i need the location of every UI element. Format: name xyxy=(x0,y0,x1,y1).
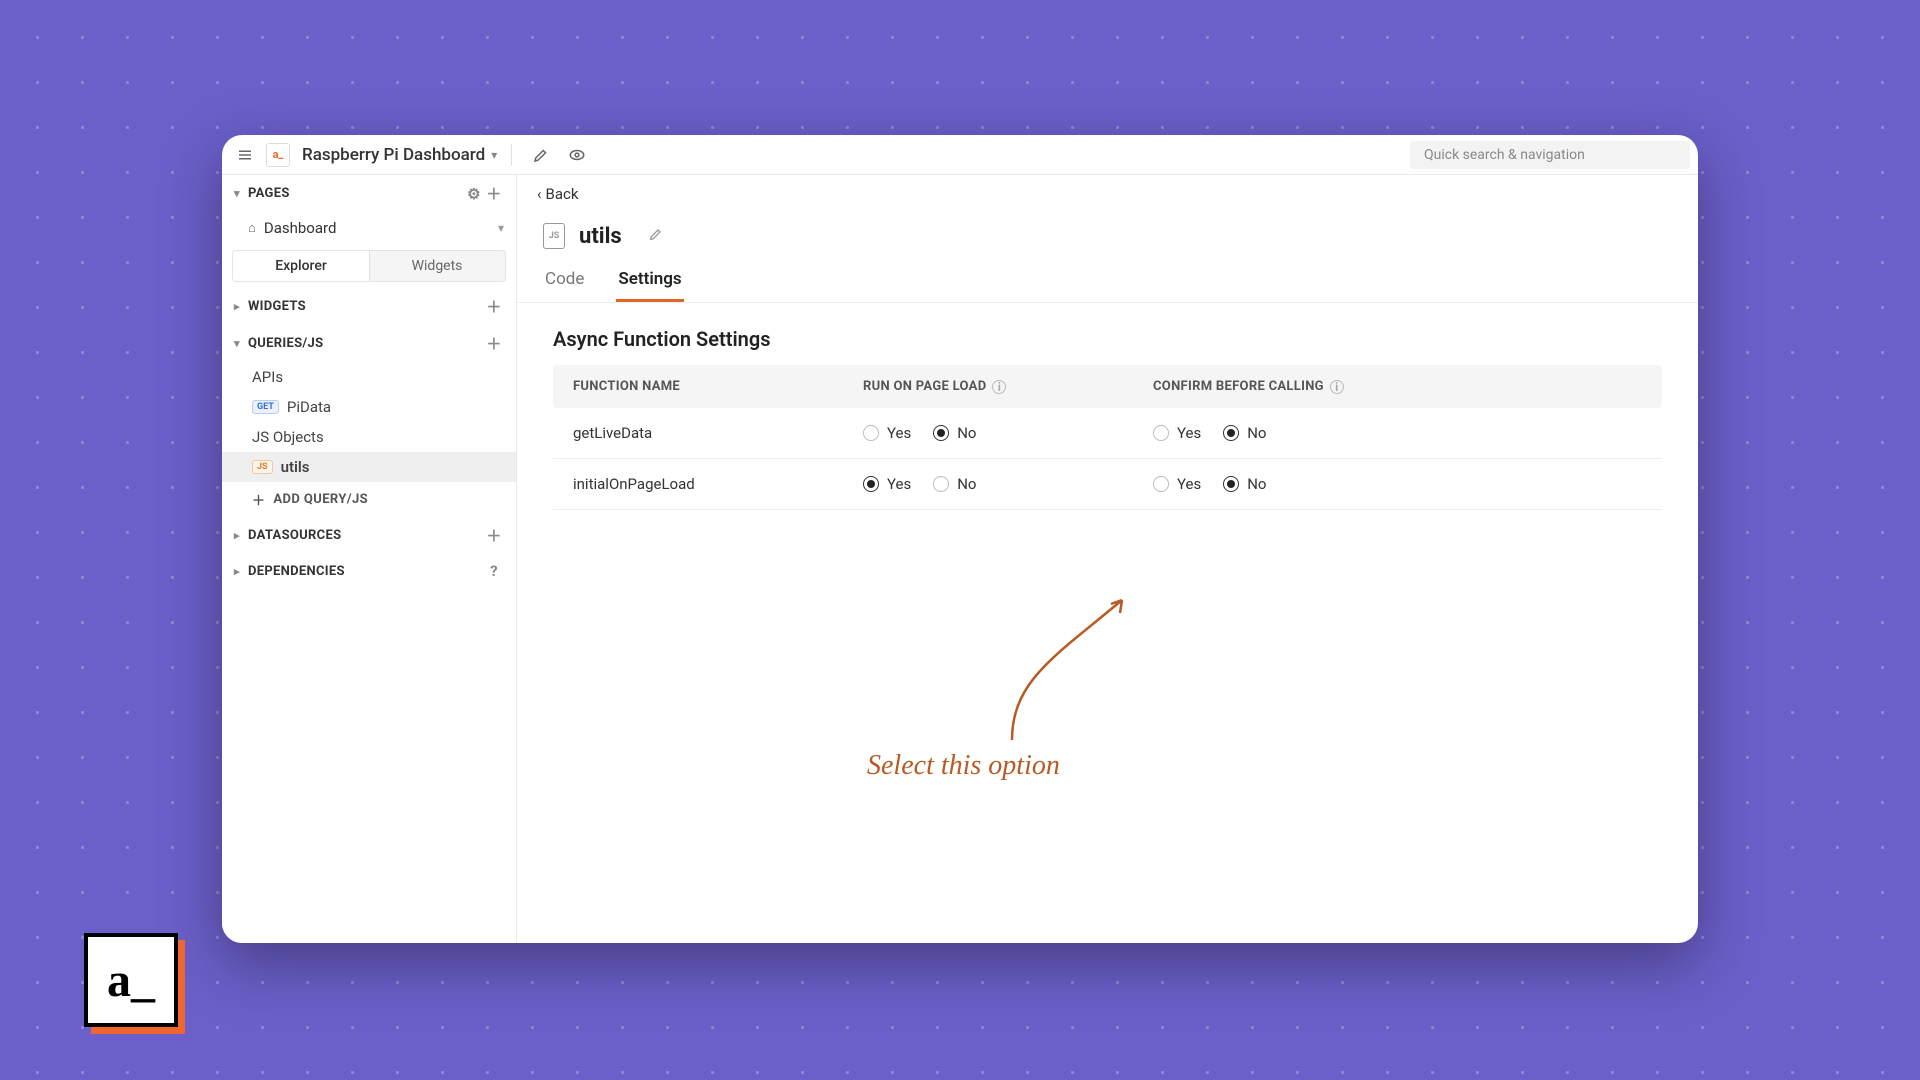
caret-right-icon: ▸ xyxy=(234,300,248,313)
back-button[interactable]: ‹ Back xyxy=(517,175,1698,213)
radio-icon xyxy=(863,425,879,441)
function-name: initialOnPageLoad xyxy=(573,475,863,493)
run-yes-option[interactable]: Yes xyxy=(863,424,911,442)
add-query-icon[interactable]: ＋ xyxy=(484,333,504,354)
topbar: a_ Raspberry Pi Dashboard ▾ Quick search… xyxy=(222,135,1698,175)
radio-icon xyxy=(1153,425,1169,441)
widgets-section-header[interactable]: ▸ WIDGETS ＋ xyxy=(222,288,516,325)
table-row: initialOnPageLoad Yes No xyxy=(553,459,1662,510)
caret-down-icon: ▾ xyxy=(234,187,248,200)
info-icon[interactable]: i xyxy=(992,380,1006,394)
sidebar: ▾ PAGES ⚙ ＋ ⌂ Dashboard ▾ Explorer Widge… xyxy=(222,175,517,943)
confirm-radio-group: Yes No xyxy=(1153,475,1267,493)
radio-icon xyxy=(863,476,879,492)
app-window: a_ Raspberry Pi Dashboard ▾ Quick search… xyxy=(222,135,1698,943)
widgets-tab[interactable]: Widgets xyxy=(369,251,505,281)
home-icon: ⌂ xyxy=(248,220,256,236)
sidebar-item-utils[interactable]: JS utils xyxy=(222,452,516,482)
chevron-down-icon: ▾ xyxy=(491,148,497,162)
tab-code[interactable]: Code xyxy=(543,259,586,302)
radio-icon xyxy=(933,425,949,441)
rename-icon[interactable] xyxy=(648,226,664,246)
js-badge-icon: JS xyxy=(252,460,273,474)
annotation-text: Select this option xyxy=(867,750,1060,782)
search-input[interactable]: Quick search & navigation xyxy=(1410,141,1690,169)
dashboard-label: Dashboard xyxy=(264,219,337,237)
add-query-button[interactable]: ＋ ADD QUERY/JS xyxy=(222,482,516,517)
annotation-arrow xyxy=(907,585,1147,745)
explorer-tab[interactable]: Explorer xyxy=(233,251,369,281)
pages-section-header[interactable]: ▾ PAGES ⚙ ＋ xyxy=(222,175,516,212)
panel-title: Async Function Settings xyxy=(517,303,1698,365)
col-header-name: FUNCTION NAME xyxy=(573,379,863,394)
apis-group[interactable]: APIs xyxy=(222,362,516,392)
app-title[interactable]: Raspberry Pi Dashboard ▾ xyxy=(302,145,497,165)
col-header-confirm: CONFIRM BEFORE CALLING i xyxy=(1153,379,1413,394)
datasources-label: DATASOURCES xyxy=(248,528,341,543)
run-no-option[interactable]: No xyxy=(933,424,976,442)
dependencies-label: DEPENDENCIES xyxy=(248,564,345,579)
caret-right-icon: ▸ xyxy=(234,565,248,578)
add-datasource-icon[interactable]: ＋ xyxy=(484,525,504,546)
pidata-label: PiData xyxy=(287,398,331,416)
js-file-icon: JS xyxy=(543,223,565,249)
radio-icon xyxy=(933,476,949,492)
caret-right-icon: ▸ xyxy=(234,529,248,542)
radio-icon xyxy=(1153,476,1169,492)
topbar-divider xyxy=(511,144,512,166)
help-icon[interactable]: ? xyxy=(484,562,504,580)
confirm-no-option[interactable]: No xyxy=(1223,475,1266,493)
table-header: FUNCTION NAME RUN ON PAGE LOAD i CONFIRM… xyxy=(553,365,1662,408)
pages-label: PAGES xyxy=(248,186,290,201)
sidebar-item-pidata[interactable]: GET PiData xyxy=(222,392,516,422)
add-page-icon[interactable]: ＋ xyxy=(484,183,504,204)
get-badge-icon: GET xyxy=(252,400,279,414)
appsmith-logo-text: a_ xyxy=(84,933,178,1027)
dependencies-section-header[interactable]: ▸ DEPENDENCIES ? xyxy=(222,554,516,588)
preview-icon[interactable] xyxy=(562,140,592,170)
appsmith-logo: a_ xyxy=(84,933,178,1027)
confirm-yes-option[interactable]: Yes xyxy=(1153,475,1201,493)
utils-label: utils xyxy=(281,458,310,476)
function-name: getLiveData xyxy=(573,424,863,442)
file-title: utils xyxy=(579,224,622,249)
confirm-yes-option[interactable]: Yes xyxy=(1153,424,1201,442)
app-logo-icon: a_ xyxy=(266,143,290,167)
chevron-down-icon: ▾ xyxy=(498,221,504,235)
run-yes-option[interactable]: Yes xyxy=(863,475,911,493)
main-panel: ‹ Back JS utils Code Settings Async Func… xyxy=(517,175,1698,943)
hamburger-icon[interactable] xyxy=(230,140,260,170)
caret-down-icon: ▾ xyxy=(234,337,248,350)
explorer-widgets-toggle: Explorer Widgets xyxy=(232,250,506,282)
radio-icon xyxy=(1223,476,1239,492)
sidebar-item-dashboard[interactable]: ⌂ Dashboard ▾ xyxy=(222,212,516,244)
jsobjects-group[interactable]: JS Objects xyxy=(222,422,516,452)
run-no-option[interactable]: No xyxy=(933,475,976,493)
edit-icon[interactable] xyxy=(526,140,556,170)
run-on-load-radio-group: Yes No xyxy=(863,424,977,442)
confirm-no-option[interactable]: No xyxy=(1223,424,1266,442)
add-query-label: ADD QUERY/JS xyxy=(273,492,368,507)
plus-icon: ＋ xyxy=(252,490,265,509)
confirm-radio-group: Yes No xyxy=(1153,424,1267,442)
queries-section-header[interactable]: ▾ QUERIES/JS ＋ xyxy=(222,325,516,362)
datasources-section-header[interactable]: ▸ DATASOURCES ＋ xyxy=(222,517,516,554)
app-title-text: Raspberry Pi Dashboard xyxy=(302,145,485,165)
radio-icon xyxy=(1223,425,1239,441)
gear-icon[interactable]: ⚙ xyxy=(464,185,484,203)
run-on-load-radio-group: Yes No xyxy=(863,475,977,493)
tab-settings[interactable]: Settings xyxy=(616,259,683,302)
chevron-left-icon: ‹ xyxy=(537,185,542,203)
col-header-run: RUN ON PAGE LOAD i xyxy=(863,379,1153,394)
widgets-section-label: WIDGETS xyxy=(248,299,306,314)
back-label: Back xyxy=(546,185,579,203)
editor-tabs: Code Settings xyxy=(517,259,1698,303)
table-row: getLiveData Yes No xyxy=(553,408,1662,459)
function-settings-table: FUNCTION NAME RUN ON PAGE LOAD i CONFIRM… xyxy=(553,365,1662,510)
queries-section-label: QUERIES/JS xyxy=(248,336,323,351)
file-title-row: JS utils xyxy=(517,213,1698,259)
add-widget-icon[interactable]: ＋ xyxy=(484,296,504,317)
info-icon[interactable]: i xyxy=(1330,380,1344,394)
